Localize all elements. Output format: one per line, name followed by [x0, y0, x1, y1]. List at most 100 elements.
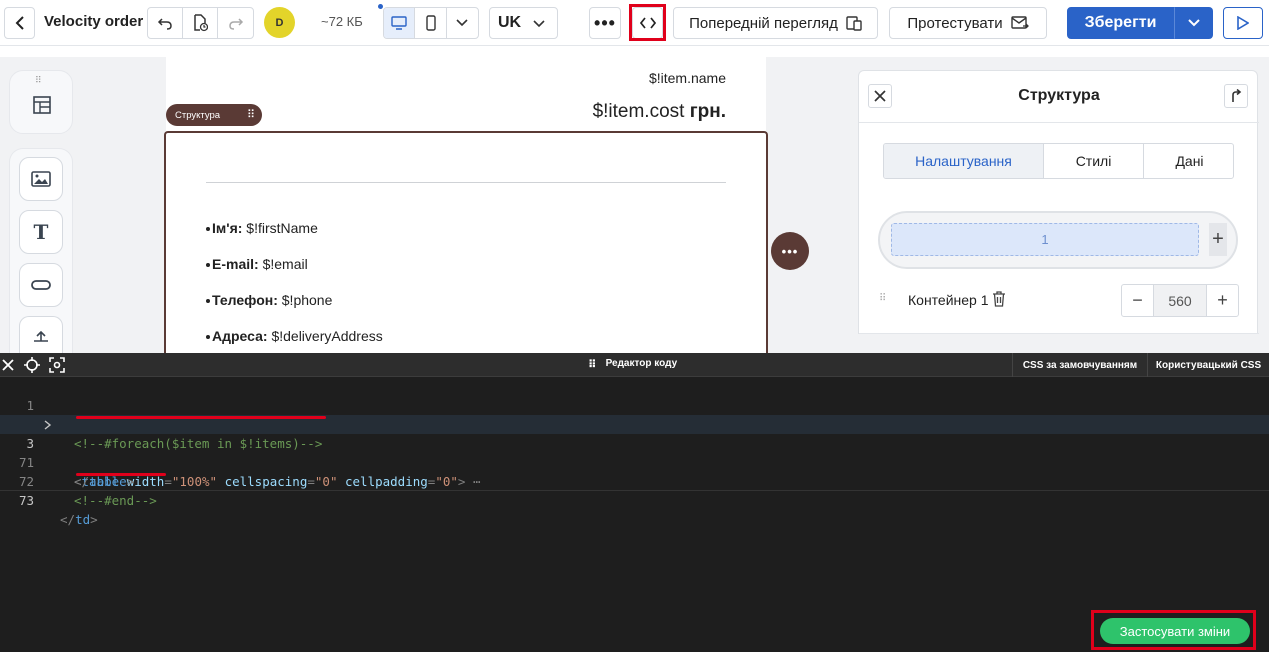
chevron-down-icon [456, 19, 468, 27]
back-button[interactable] [4, 7, 35, 39]
upload-block-button[interactable] [19, 316, 63, 354]
foreach-underline [76, 416, 326, 419]
structure-badge[interactable]: Структура ⠿ [166, 104, 262, 126]
send-mail-icon [1010, 16, 1029, 29]
selected-structure[interactable] [164, 131, 768, 356]
structure-actions-button[interactable]: ••• [771, 232, 809, 270]
button-icon [31, 280, 51, 290]
code-button-highlight [629, 4, 666, 41]
code-line[interactable]: 1 <td align="left" class="esd-structure … [0, 377, 1269, 432]
divider [859, 122, 1259, 123]
language-value: UK [498, 14, 522, 31]
play-button[interactable] [1223, 7, 1263, 39]
field-value: $!firstName [246, 220, 318, 236]
drag-handle-icon[interactable]: ⠿ [247, 108, 255, 121]
code-line[interactable]: 2 <!--#foreach($item in $!items)--> [0, 396, 1269, 451]
text-icon: T [33, 220, 49, 244]
item-cost-line: $!item.cost грн. [593, 101, 726, 123]
play-icon [1237, 16, 1249, 30]
field-label: Ім'я: [212, 220, 243, 236]
drag-handle-icon[interactable]: ⠿ [879, 293, 887, 304]
increment-button[interactable]: + [1206, 285, 1238, 316]
history-group [147, 7, 254, 39]
template-title: Velocity order [44, 13, 144, 30]
preview-icon [846, 16, 862, 31]
image-block-button[interactable] [19, 157, 63, 201]
avatar[interactable]: D [264, 7, 295, 38]
code-editor-title-label: Редактор коду [605, 358, 678, 369]
file-clock-icon [194, 14, 208, 32]
list-item: Адреса: $!deliveryAddress [206, 328, 383, 344]
tab-default-css[interactable]: CSS за замовчуванням [1012, 353, 1147, 377]
currency: грн. [689, 101, 726, 122]
code-line[interactable]: 73 </td> [0, 472, 1269, 527]
field-value: $!email [262, 256, 308, 272]
tab-custom-css[interactable]: Користувацький CSS [1147, 353, 1269, 377]
desktop-icon [391, 16, 407, 30]
save-label: Зберегти [1084, 14, 1157, 31]
field-label: Адреса: [212, 328, 268, 344]
save-options-button[interactable] [1174, 7, 1213, 39]
template-size: ~72 КБ [321, 14, 363, 29]
structures-rail: ⠿ [9, 70, 73, 134]
save-button[interactable]: Зберегти [1067, 7, 1174, 39]
preview-button[interactable]: Попередній перегляд [673, 7, 878, 39]
arrow-up-icon [1232, 89, 1242, 102]
language-select[interactable]: UK [489, 7, 558, 39]
test-button[interactable]: Протестувати [889, 7, 1047, 39]
top-toolbar: Velocity order D ~72 КБ UK ••• Попередні… [0, 0, 1269, 46]
trash-icon[interactable] [991, 290, 1007, 308]
mobile-view-button[interactable] [415, 8, 447, 38]
plus-icon: + [1212, 228, 1224, 250]
chevron-right-icon[interactable] [44, 420, 52, 430]
select-parent-button[interactable] [1224, 84, 1248, 108]
text-block-button[interactable]: T [19, 210, 63, 254]
apply-button-highlight [1091, 610, 1256, 650]
width-stepper: − 560 + [1121, 284, 1239, 317]
tab-data[interactable]: Дані [1144, 144, 1233, 178]
add-column-button[interactable]: + [1209, 223, 1227, 256]
version-history-button[interactable] [183, 8, 218, 38]
code-line[interactable]: 71 </table> [0, 434, 1269, 489]
container-label: Контейнер 1 [908, 292, 989, 308]
code-editor-header: ⠿ Редактор коду CSS за замовчуванням Кор… [0, 353, 1269, 377]
field-label: Телефон: [212, 292, 278, 308]
code-text: <!--#end--> [74, 493, 157, 508]
desktop-view-button[interactable] [384, 8, 416, 38]
chevron-down-icon [533, 20, 545, 28]
redo-button[interactable] [218, 8, 253, 38]
column-1[interactable]: 1 [891, 223, 1199, 256]
minus-icon: − [1132, 290, 1143, 310]
device-dropdown-button[interactable] [447, 8, 478, 38]
line-number: 73 [18, 493, 34, 508]
list-item: E-mail: $!email [206, 256, 308, 272]
tab-settings[interactable]: Налаштування [884, 144, 1044, 178]
focus-icon[interactable] [48, 356, 66, 374]
structure-block-icon[interactable] [32, 95, 52, 115]
drag-handle-icon[interactable]: ⠿ [35, 75, 43, 86]
decrement-button[interactable]: − [1122, 285, 1154, 316]
structure-badge-label: Структура [175, 109, 221, 121]
list-item: Телефон: $!phone [205, 292, 332, 308]
more-icon: ••• [594, 12, 616, 33]
width-input[interactable]: 560 [1154, 285, 1206, 316]
code-editor: ⠿ Редактор коду CSS за замовчуванням Кор… [0, 353, 1269, 652]
list-item: Ім'я: $!firstName [206, 220, 318, 236]
move-icon[interactable] [23, 356, 41, 374]
button-block-button[interactable] [19, 263, 63, 307]
drag-handle-icon[interactable]: ⠿ [588, 358, 598, 371]
code-editor-title: ⠿ Редактор коду [588, 358, 677, 371]
end-underline [76, 473, 166, 476]
test-label: Протестувати [907, 14, 1003, 32]
mobile-icon [425, 15, 436, 31]
image-icon [31, 171, 51, 187]
chevron-down-icon [1187, 19, 1200, 27]
blocks-rail: T [9, 148, 73, 354]
undo-button[interactable] [148, 8, 183, 38]
close-icon[interactable] [2, 359, 14, 371]
divider [859, 333, 1259, 334]
more-options-button[interactable]: ••• [589, 7, 621, 39]
tab-styles[interactable]: Стилі [1044, 144, 1144, 178]
code-line[interactable]: 72 <!--#end--> [0, 453, 1269, 508]
code-text: </td> [60, 512, 98, 527]
